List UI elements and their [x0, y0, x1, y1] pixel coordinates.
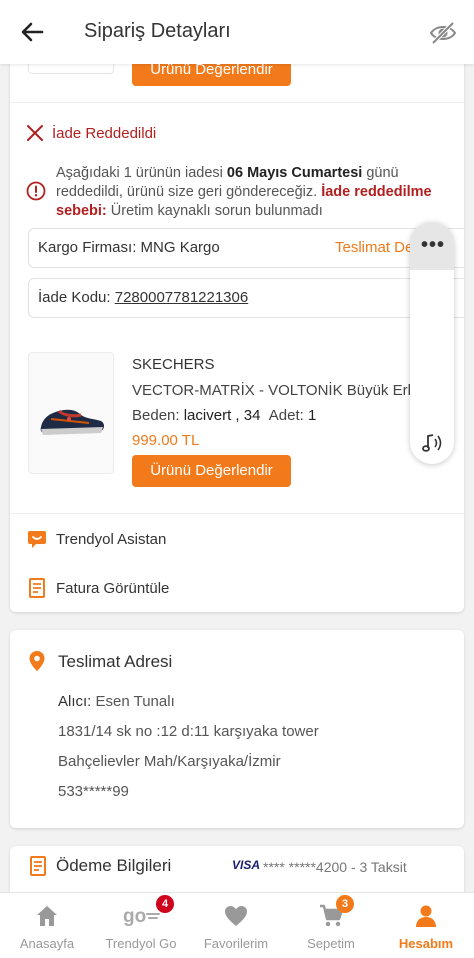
- divider: [10, 513, 464, 514]
- person-icon: [416, 905, 436, 927]
- recipient: Alıcı: Esen Tunalı: [58, 693, 175, 710]
- go-icon: go: [123, 906, 160, 927]
- visa-logo: VISA: [232, 858, 261, 872]
- product-image[interactable]: [28, 352, 114, 474]
- floating-accessibility-panel[interactable]: •••: [410, 222, 454, 464]
- return-code-link[interactable]: 7280007781221306: [115, 289, 248, 306]
- return-status-title: İade Reddedildi: [52, 125, 157, 142]
- heart-icon: [225, 906, 247, 926]
- back-arrow-icon[interactable]: [18, 18, 46, 46]
- product-price: 999.00 TL: [132, 432, 200, 449]
- address-line-1: 1831/14 sk no :12 d:11 karşıyaka tower: [58, 723, 319, 740]
- product-brand: SKECHERS: [132, 356, 215, 373]
- order-item-card: Ürünü Değerlendir İade Reddedildi Aşağıd…: [10, 40, 464, 612]
- nav-label: Anasayfa: [19, 936, 75, 951]
- bottom-navigation: Anasayfa go 4 Trendyol Go Favorilerim 3 …: [0, 892, 474, 958]
- return-code-box: İade Kodu: 7280007781221306: [28, 278, 464, 318]
- panel-handle[interactable]: •••: [410, 222, 454, 270]
- nav-label: Hesabım: [398, 936, 454, 951]
- close-x-icon: [27, 125, 43, 141]
- nav-favorites[interactable]: Favorilerim: [189, 893, 283, 958]
- card-info: **** *****4200 - 3 Taksit: [263, 859, 407, 875]
- invoice-label: Fatura Görüntüle: [56, 580, 170, 597]
- return-rejection-message: Aşağıdaki 1 ürünün iadesi 06 Mayıs Cumar…: [56, 165, 432, 219]
- nav-cart[interactable]: 3 Sepetim: [284, 893, 378, 958]
- sound-icon[interactable]: [419, 430, 445, 456]
- assistant-label: Trendyol Asistan: [56, 531, 167, 548]
- location-pin-icon: [29, 651, 45, 671]
- trendyol-assistant-row[interactable]: Trendyol Asistan: [26, 528, 446, 554]
- phone-number: 533*****99: [58, 783, 129, 800]
- eye-off-icon[interactable]: [428, 18, 458, 48]
- svg-text:go: go: [123, 906, 146, 927]
- rate-product-button[interactable]: Ürünü Değerlendir: [132, 455, 291, 487]
- home-icon: [37, 906, 57, 926]
- cart-badge: 3: [336, 895, 354, 913]
- address-line-2: Bahçelievler Mah/Karşıyaka/İzmir: [58, 753, 281, 770]
- invoice-icon: [29, 578, 45, 598]
- app-header: Sipariş Detayları: [0, 0, 474, 64]
- nav-account[interactable]: Hesabım: [379, 893, 473, 958]
- cargo-info-box: Kargo Firması: MNG Kargo Teslimat Detayl…: [28, 228, 464, 268]
- info-icon: [26, 181, 46, 201]
- nav-label: Trendyol Go: [105, 936, 177, 951]
- go-badge: 4: [156, 895, 174, 913]
- page-title: Sipariş Detayları: [84, 20, 231, 42]
- nav-home[interactable]: Anasayfa: [0, 893, 94, 958]
- more-options-icon[interactable]: •••: [421, 235, 445, 255]
- address-title: Teslimat Adresi: [58, 652, 173, 671]
- nav-trendyol-go[interactable]: go 4 Trendyol Go: [94, 893, 188, 958]
- payment-title: Ödeme Bilgileri: [56, 856, 172, 875]
- delivery-address-card: Teslimat Adresi Alıcı: Esen Tunalı 1831/…: [10, 630, 464, 828]
- nav-label: Favorilerim: [203, 936, 269, 951]
- nav-label: Sepetim: [307, 936, 355, 951]
- chat-assistant-icon: [28, 531, 46, 548]
- product-variant: Beden: lacivert , 34 Adet: 1: [132, 407, 317, 424]
- product-name[interactable]: VECTOR-MATRİX - VOLTONİK Büyük Erkek: [132, 382, 422, 399]
- receipt-icon: [30, 856, 46, 876]
- view-invoice-row[interactable]: Fatura Görüntüle: [26, 577, 446, 603]
- divider: [10, 102, 464, 103]
